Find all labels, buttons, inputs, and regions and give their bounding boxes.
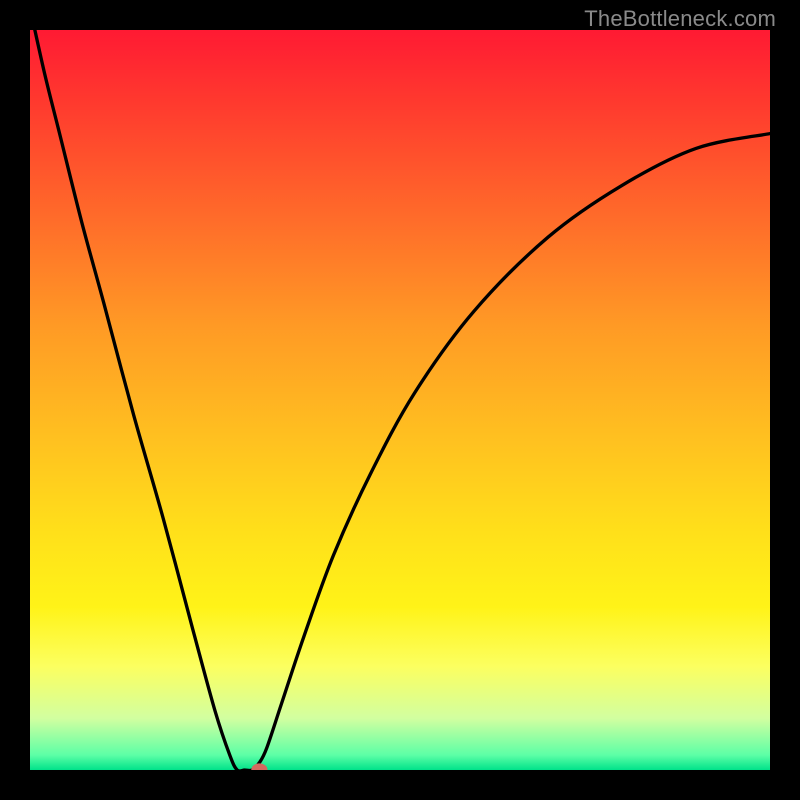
plot-area	[30, 30, 770, 770]
watermark-text: TheBottleneck.com	[584, 6, 776, 32]
minimum-marker	[251, 763, 267, 770]
bottleneck-curve	[30, 30, 770, 770]
curve-layer	[30, 30, 770, 770]
chart-frame: TheBottleneck.com	[0, 0, 800, 800]
